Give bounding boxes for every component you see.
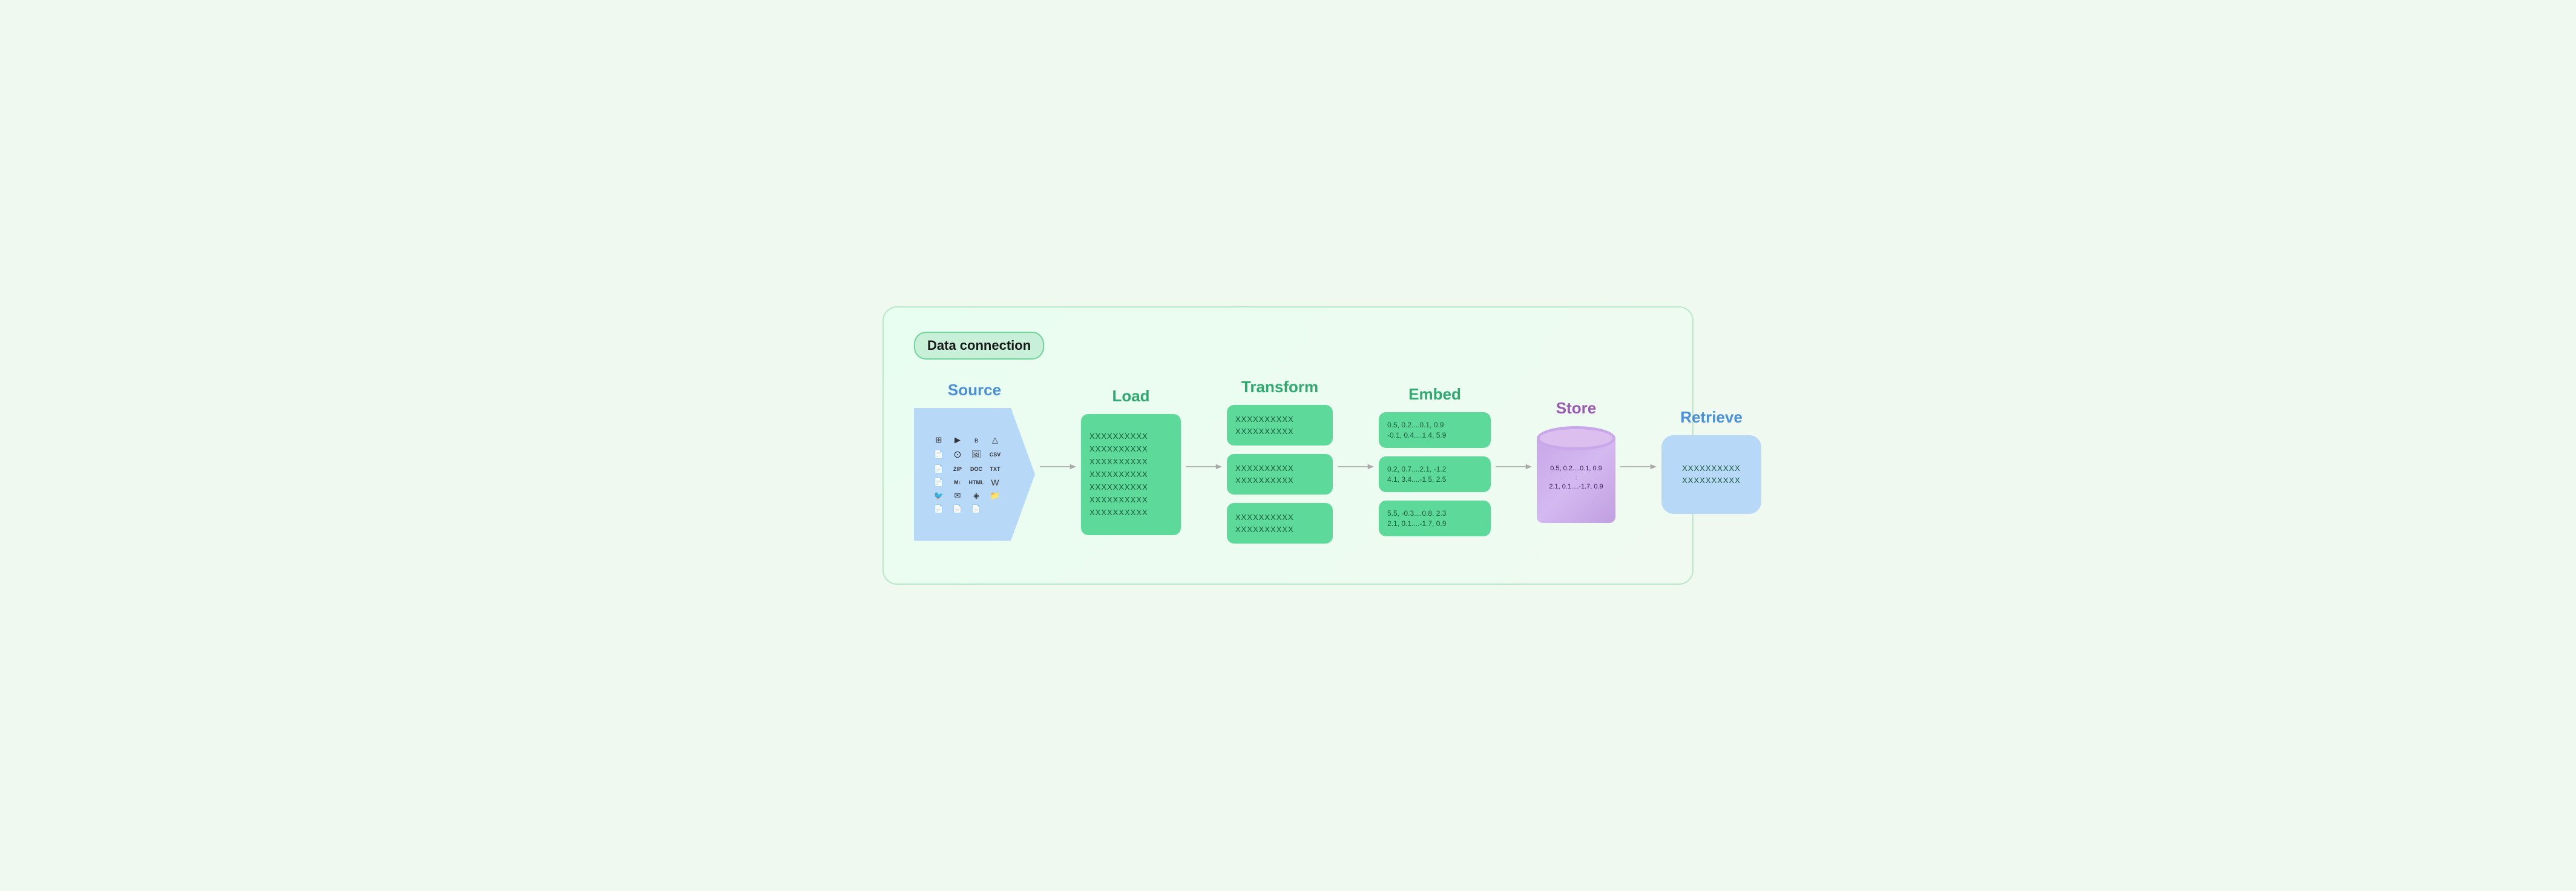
pipeline: Source ⊞ ▶ ʙ △ 📄 ⊙ 🖼 CSV 📄 ZIP DOC bbox=[914, 378, 1662, 544]
transform-box-3-line-1: XXXXXXXXXX bbox=[1235, 513, 1324, 522]
retrieve-label: Retrieve bbox=[1680, 408, 1743, 427]
icon-mail: ✉ bbox=[950, 491, 965, 501]
icon-empty bbox=[988, 504, 1003, 514]
load-line-4: XXXXXXXXXX bbox=[1089, 470, 1172, 479]
embed-box-3-line-1: 5.5, -0.3....0.8, 2.3 bbox=[1387, 509, 1482, 518]
stage-store: Store 0.5, 0.2....0.1, 0.9 : 2.1, 0.1...… bbox=[1537, 399, 1615, 523]
icon-notion: ◈ bbox=[969, 491, 984, 501]
icon-txt: TXT bbox=[988, 464, 1003, 474]
transform-label: Transform bbox=[1241, 378, 1318, 396]
badge-label: Data connection bbox=[927, 338, 1031, 353]
retrieve-line-2: XXXXXXXXXX bbox=[1682, 476, 1741, 485]
embed-box-3-line-2: 2.1, 0.1....-1.7, 0.9 bbox=[1387, 519, 1482, 528]
embed-box-3: 5.5, -0.3....0.8, 2.3 2.1, 0.1....-1.7, … bbox=[1379, 501, 1491, 536]
diagram-container: Data connection Source ⊞ ▶ ʙ △ 📄 ⊙ 🖼 CSV bbox=[882, 306, 1694, 585]
arrow-load-transform bbox=[1181, 461, 1227, 473]
icon-twitter: 🐦 bbox=[932, 491, 947, 501]
load-label: Load bbox=[1112, 387, 1149, 406]
retrieve-line-1: XXXXXXXXXX bbox=[1682, 464, 1741, 473]
icon-csv: CSV bbox=[988, 449, 1003, 461]
icon-doc5: 📄 bbox=[932, 504, 947, 514]
store-line-3: 2.1, 0.1....-1.7, 0.9 bbox=[1549, 483, 1603, 490]
embed-label: Embed bbox=[1408, 385, 1461, 404]
load-line-5: XXXXXXXXXX bbox=[1089, 482, 1172, 492]
stage-embed: Embed 0.5, 0.2....0.1, 0.9 -0.1, 0.4....… bbox=[1379, 385, 1491, 536]
embed-box-1: 0.5, 0.2....0.1, 0.9 -0.1, 0.4....1.4, 5… bbox=[1379, 412, 1491, 448]
load-line-6: XXXXXXXXXX bbox=[1089, 495, 1172, 504]
store-label: Store bbox=[1556, 399, 1596, 418]
stage-source: Source ⊞ ▶ ʙ △ 📄 ⊙ 🖼 CSV 📄 ZIP DOC bbox=[914, 381, 1035, 541]
store-cylinder: 0.5, 0.2....0.1, 0.9 : 2.1, 0.1....-1.7,… bbox=[1537, 426, 1615, 523]
arrow-embed-store bbox=[1491, 461, 1537, 473]
source-icons: ⊞ ▶ ʙ △ 📄 ⊙ 🖼 CSV 📄 ZIP DOC TXT 📄 bbox=[932, 435, 1012, 514]
stage-transform: Transform XXXXXXXXXX XXXXXXXXXX XXXXXXXX… bbox=[1227, 378, 1333, 544]
transform-box-1-line-2: XXXXXXXXXX bbox=[1235, 427, 1324, 436]
icon-grid: ⊞ bbox=[932, 435, 947, 445]
transform-box-2: XXXXXXXXXX XXXXXXXXXX bbox=[1227, 454, 1333, 495]
arrow-source-load bbox=[1035, 461, 1081, 473]
transform-col: XXXXXXXXXX XXXXXXXXXX XXXXXXXXXX XXXXXXX… bbox=[1227, 405, 1333, 544]
embed-box-2-line-1: 0.2, 0.7....2.1, -1.2 bbox=[1387, 465, 1482, 473]
embed-box-1-line-1: 0.5, 0.2....0.1, 0.9 bbox=[1387, 421, 1482, 429]
arrow-transform-embed bbox=[1333, 461, 1379, 473]
retrieve-shape: XXXXXXXXXX XXXXXXXXXX bbox=[1661, 435, 1761, 514]
icon-html: HTML bbox=[969, 478, 984, 487]
transform-box-1: XXXXXXXXXX XXXXXXXXXX bbox=[1227, 405, 1333, 446]
icon-doc7: 📄 bbox=[969, 504, 984, 514]
embed-col: 0.5, 0.2....0.1, 0.9 -0.1, 0.4....1.4, 5… bbox=[1379, 412, 1491, 536]
icon-github: ⊙ bbox=[950, 449, 965, 461]
stage-load: Load XXXXXXXXXX XXXXXXXXXX XXXXXXXXXX XX… bbox=[1081, 387, 1181, 535]
icon-image: 🖼 bbox=[969, 449, 984, 461]
cylinder-text: 0.5, 0.2....0.1, 0.9 : 2.1, 0.1....-1.7,… bbox=[1537, 426, 1615, 523]
icon-play: ▶ bbox=[950, 435, 965, 445]
icon-zip: ZIP bbox=[950, 464, 965, 474]
transform-box-3: XXXXXXXXXX XXXXXXXXXX bbox=[1227, 503, 1333, 544]
load-line-3: XXXXXXXXXX bbox=[1089, 457, 1172, 466]
icon-doc1: 📄 bbox=[932, 449, 947, 461]
stage-retrieve: Retrieve XXXXXXXXXX XXXXXXXXXX bbox=[1661, 408, 1761, 514]
load-line-2: XXXXXXXXXX bbox=[1089, 444, 1172, 453]
store-line-2: : bbox=[1575, 474, 1577, 481]
arrow-svg-2 bbox=[1186, 461, 1222, 473]
icon-doc6: 📄 bbox=[950, 504, 965, 514]
badge: Data connection bbox=[914, 332, 1044, 360]
arrow-store-retrieve bbox=[1615, 461, 1661, 473]
icon-triangle: △ bbox=[988, 435, 1003, 445]
source-label: Source bbox=[948, 381, 1001, 399]
arrow-svg-3 bbox=[1338, 461, 1374, 473]
icon-folder: 📁 bbox=[988, 491, 1003, 501]
transform-box-2-line-2: XXXXXXXXXX bbox=[1235, 476, 1324, 485]
embed-box-2-line-2: 4.1, 3.4....-1.5, 2.5 bbox=[1387, 475, 1482, 484]
load-box: XXXXXXXXXX XXXXXXXXXX XXXXXXXXXX XXXXXXX… bbox=[1081, 414, 1181, 535]
embed-box-1-line-2: -0.1, 0.4....1.4, 5.9 bbox=[1387, 431, 1482, 439]
icon-doc3: DOC bbox=[969, 464, 984, 474]
icon-doc4: 📄 bbox=[932, 478, 947, 487]
icon-md: M↓ bbox=[950, 478, 965, 487]
transform-box-2-line-1: XXXXXXXXXX bbox=[1235, 464, 1324, 473]
icon-discord: ʙ bbox=[969, 435, 984, 445]
arrow-svg-5 bbox=[1620, 461, 1657, 473]
transform-box-3-line-2: XXXXXXXXXX bbox=[1235, 525, 1324, 534]
embed-box-2: 0.2, 0.7....2.1, -1.2 4.1, 3.4....-1.5, … bbox=[1379, 456, 1491, 492]
load-line-7: XXXXXXXXXX bbox=[1089, 508, 1172, 517]
source-shape: ⊞ ▶ ʙ △ 📄 ⊙ 🖼 CSV 📄 ZIP DOC TXT 📄 bbox=[914, 408, 1035, 541]
transform-box-1-line-1: XXXXXXXXXX bbox=[1235, 415, 1324, 424]
arrow-svg-1 bbox=[1040, 461, 1076, 473]
store-line-1: 0.5, 0.2....0.1, 0.9 bbox=[1550, 465, 1602, 472]
load-line-1: XXXXXXXXXX bbox=[1089, 432, 1172, 441]
icon-doc2: 📄 bbox=[932, 464, 947, 474]
arrow-svg-4 bbox=[1496, 461, 1532, 473]
icon-wiki: W bbox=[988, 478, 1003, 487]
